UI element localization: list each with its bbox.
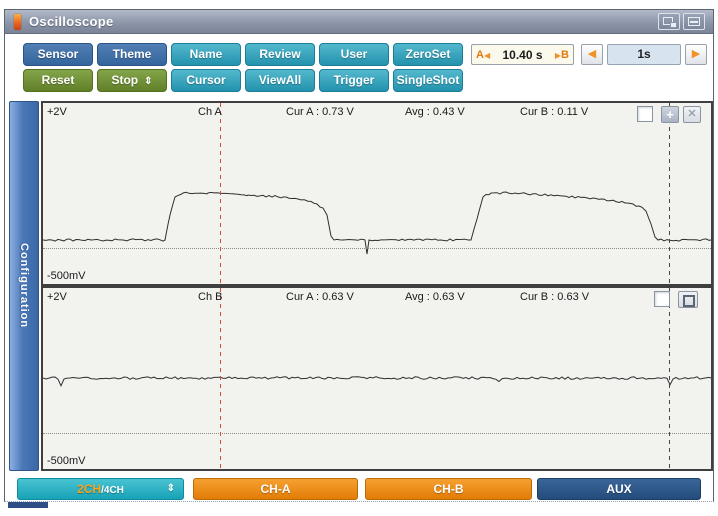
zero-volt-gridline	[43, 433, 711, 434]
singleshot-button[interactable]: SingleShot	[393, 69, 463, 92]
ch-a-button[interactable]: CH-A	[193, 478, 358, 500]
ch-b-button[interactable]: CH-B	[365, 478, 532, 500]
average-readout: Avg : 0.63 V	[405, 291, 465, 303]
channel-a-panel: +2V Ch A Cur A : 0.73 V Avg : 0.43 V Cur…	[41, 101, 713, 286]
user-setting-button[interactable]: User Setting	[319, 43, 389, 82]
cursor-a-label: A	[476, 48, 484, 61]
channel-b-waveform	[43, 376, 711, 388]
left-arrow-icon: ◀	[587, 48, 597, 60]
bottom-edge-chip	[8, 502, 48, 508]
top-scale-label: +2V	[47, 291, 67, 303]
oscilloscope-window: Oscilloscope Sensor Theme Name Review Us…	[4, 9, 714, 502]
top-scale-label: +2V	[47, 106, 67, 118]
review-button[interactable]: Review	[245, 43, 315, 66]
spinner-icon: ⇕	[166, 483, 175, 494]
cursor-a-readout: Cur A : 0.73 V	[286, 106, 354, 118]
zeroset-button[interactable]: ZeroSet	[393, 43, 463, 66]
maximize-channel-button[interactable]	[678, 291, 698, 308]
zero-volt-gridline	[43, 248, 711, 249]
app-icon	[14, 14, 21, 30]
sensor-button[interactable]: Sensor	[23, 43, 93, 66]
spinner-icon: ⇕	[144, 76, 153, 87]
cursor-button[interactable]: Cursor	[171, 69, 241, 92]
window-title: Oscilloscope	[29, 14, 114, 29]
channel-a-checkbox[interactable]	[637, 106, 653, 122]
channel-b-checkbox[interactable]	[654, 291, 670, 307]
channel-name-label: Ch A	[198, 106, 222, 118]
configuration-tab[interactable]: Configuration	[9, 101, 39, 471]
close-channel-button[interactable]: ✕	[683, 106, 701, 123]
stop-label: Stop	[111, 73, 139, 87]
name-button[interactable]: Name	[171, 43, 241, 66]
cursor-b-readout: Cur B : 0.63 V	[520, 291, 590, 303]
right-arrow-icon: ▶	[691, 48, 701, 60]
timebase-value: 1s	[607, 44, 681, 65]
timebase-decrease-button[interactable]: ◀	[581, 44, 603, 65]
ab-cursor-delta-readout[interactable]: A◀ 10.40 s ▶B	[471, 44, 574, 65]
channel-name-label: Ch B	[198, 291, 223, 303]
timebase-increase-button[interactable]: ▶	[685, 44, 707, 65]
bottom-scale-label: -500mV	[47, 270, 86, 282]
mode-rest-label: /4CH	[101, 485, 124, 496]
viewall-button[interactable]: ViewAll	[245, 69, 315, 92]
configuration-tab-label: Configuration	[18, 243, 30, 329]
cursor-b-line[interactable]	[669, 103, 670, 284]
channel-a-waveform	[43, 191, 711, 255]
cursor-a-line[interactable]	[220, 103, 221, 284]
title-bar: Oscilloscope	[5, 10, 713, 34]
cursor-b-line[interactable]	[669, 288, 670, 469]
cursor-a-line[interactable]	[220, 288, 221, 469]
stop-button[interactable]: Stop ⇕	[97, 69, 167, 92]
close-icon: ✕	[687, 108, 697, 120]
theme-button[interactable]: Theme	[97, 43, 167, 66]
channel-mode-selector[interactable]: 2CH/4CH ⇕	[17, 478, 184, 500]
plus-icon: +	[666, 107, 674, 122]
cursor-a-readout: Cur A : 0.63 V	[286, 291, 354, 303]
restore-window-button[interactable]	[658, 13, 680, 30]
cursor-b-label: B	[561, 48, 569, 61]
window-menu-button[interactable]	[683, 13, 705, 30]
cursor-a-arrow-icon: ◀	[483, 50, 491, 60]
reset-button[interactable]: Reset	[23, 69, 93, 92]
channel-b-panel: +2V Ch B Cur A : 0.63 V Avg : 0.63 V Cur…	[41, 286, 713, 471]
trigger-button[interactable]: Trigger	[319, 69, 389, 92]
mode-active-label: 2CH	[77, 482, 102, 496]
restore-icon	[663, 17, 677, 28]
bottom-scale-label: -500mV	[47, 455, 86, 467]
average-readout: Avg : 0.43 V	[405, 106, 465, 118]
cursor-b-readout: Cur B : 0.11 V	[520, 106, 589, 118]
ab-delta-value: 10.40 s	[502, 47, 543, 62]
aux-button[interactable]: AUX	[537, 478, 701, 500]
stacked-bars-icon	[688, 17, 700, 26]
zoom-in-button[interactable]: +	[661, 106, 679, 123]
